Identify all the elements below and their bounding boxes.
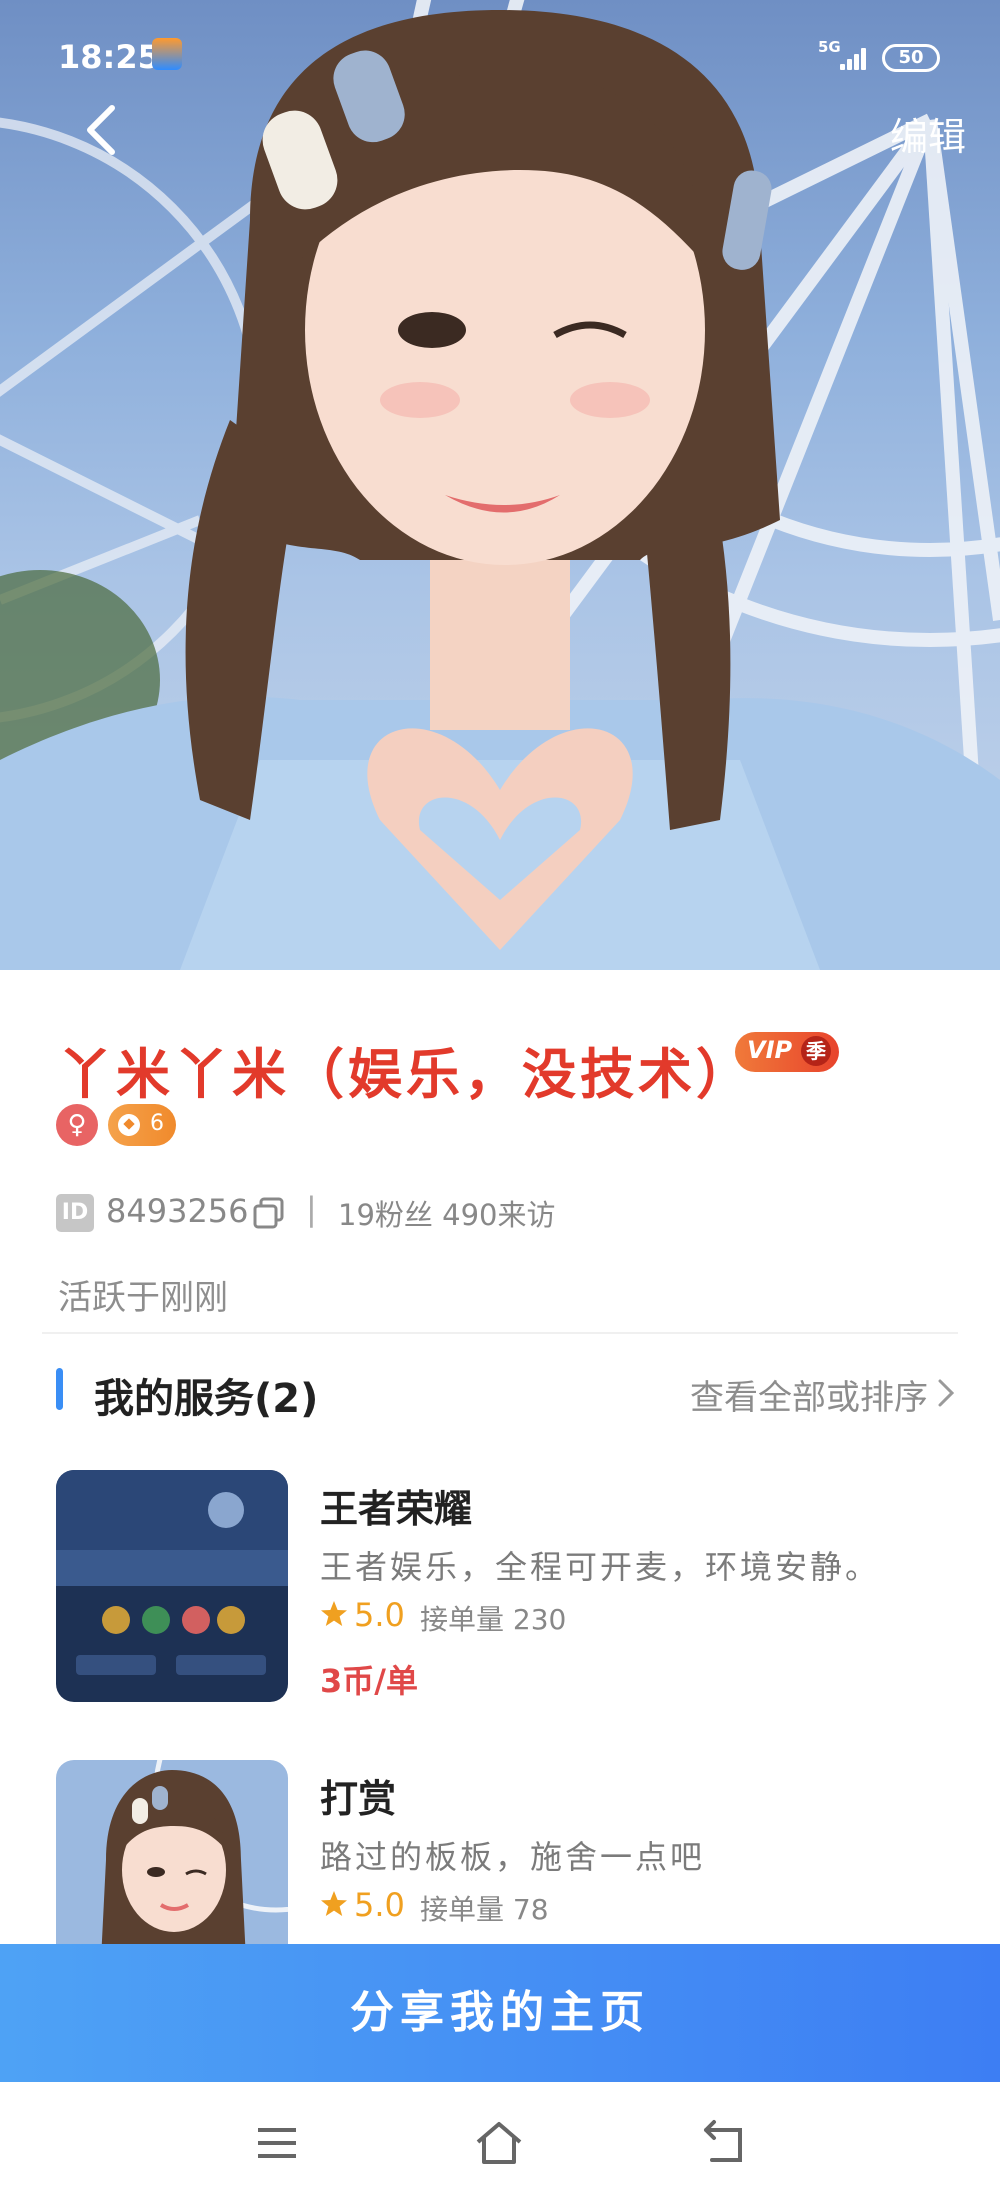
chevron-right-icon[interactable] [936, 1378, 956, 1408]
profile-photo: 18:25 5G 50 编辑 [0, 0, 1000, 970]
view-all-link[interactable]: 查看全部或排序 [690, 1370, 928, 1419]
menu-icon[interactable] [252, 2118, 302, 2168]
service-description: 王者娱乐，全程可开麦，环境安静。 [320, 1548, 881, 1586]
vip-season-label: 季 [801, 1036, 831, 1066]
signal-icon [840, 48, 870, 70]
share-homepage-button[interactable]: 分享我的主页 [0, 1944, 1000, 2082]
star-icon [321, 1891, 347, 1916]
network-label: 5G [818, 38, 841, 56]
back-button[interactable] [78, 100, 122, 160]
service-description: 路过的板板，施舍一点吧 [320, 1838, 706, 1876]
services-title: 我的服务(2) [94, 1376, 319, 1422]
divider [42, 1332, 958, 1334]
status-time: 18:25 [58, 38, 160, 76]
system-navigation-bar [0, 2082, 1000, 2200]
service-item-honor-of-kings[interactable]: 王者荣耀 王者娱乐，全程可开麦，环境安静。 5.0 接单量 230 3币/单 [0, 1470, 1000, 1710]
nickname: 丫米丫米（娱乐，没技术） [58, 1043, 754, 1106]
service-name: 打赏 [320, 1777, 397, 1821]
gender-female-icon: ♀ [56, 1104, 98, 1146]
star-icon [321, 1601, 347, 1626]
edit-button[interactable]: 编辑 [890, 106, 966, 161]
service-price: 3币/单 [320, 1662, 418, 1700]
fans-visitors[interactable]: 19粉丝 490来访 [338, 1192, 555, 1234]
back-icon[interactable] [698, 2118, 748, 2168]
vip-badge[interactable]: VIP 季 [735, 1032, 839, 1072]
service-order-count: 接单量 78 [420, 1893, 549, 1926]
battery-icon: 50 [882, 44, 940, 72]
level-badge: 6 [108, 1104, 176, 1146]
service-order-count: 接单量 230 [420, 1603, 567, 1636]
vip-label: VIP [747, 1036, 793, 1064]
separator: | [306, 1190, 317, 1228]
service-rating: 5.0 [354, 1596, 405, 1634]
status-bar: 18:25 5G 50 [0, 0, 1000, 110]
game-screenshot-image [56, 1470, 288, 1702]
level-number: 6 [150, 1111, 164, 1136]
active-status: 活跃于刚刚 [58, 1278, 228, 1318]
section-accent-bar [56, 1368, 63, 1410]
services-header: 我的服务(2) 查看全部或排序 [0, 1336, 1000, 1422]
gem-icon [118, 1114, 140, 1136]
notification-app-icon [152, 38, 182, 70]
copy-icon[interactable] [252, 1196, 286, 1230]
home-icon[interactable] [474, 2118, 524, 2168]
back-arrow-icon [87, 105, 115, 155]
service-name: 王者荣耀 [320, 1487, 473, 1531]
photo-illustration [0, 0, 1000, 970]
service-thumbnail-game [56, 1470, 288, 1702]
user-id: 8493256 [106, 1192, 249, 1230]
id-badge: ID [56, 1194, 94, 1232]
service-rating: 5.0 [354, 1886, 405, 1924]
